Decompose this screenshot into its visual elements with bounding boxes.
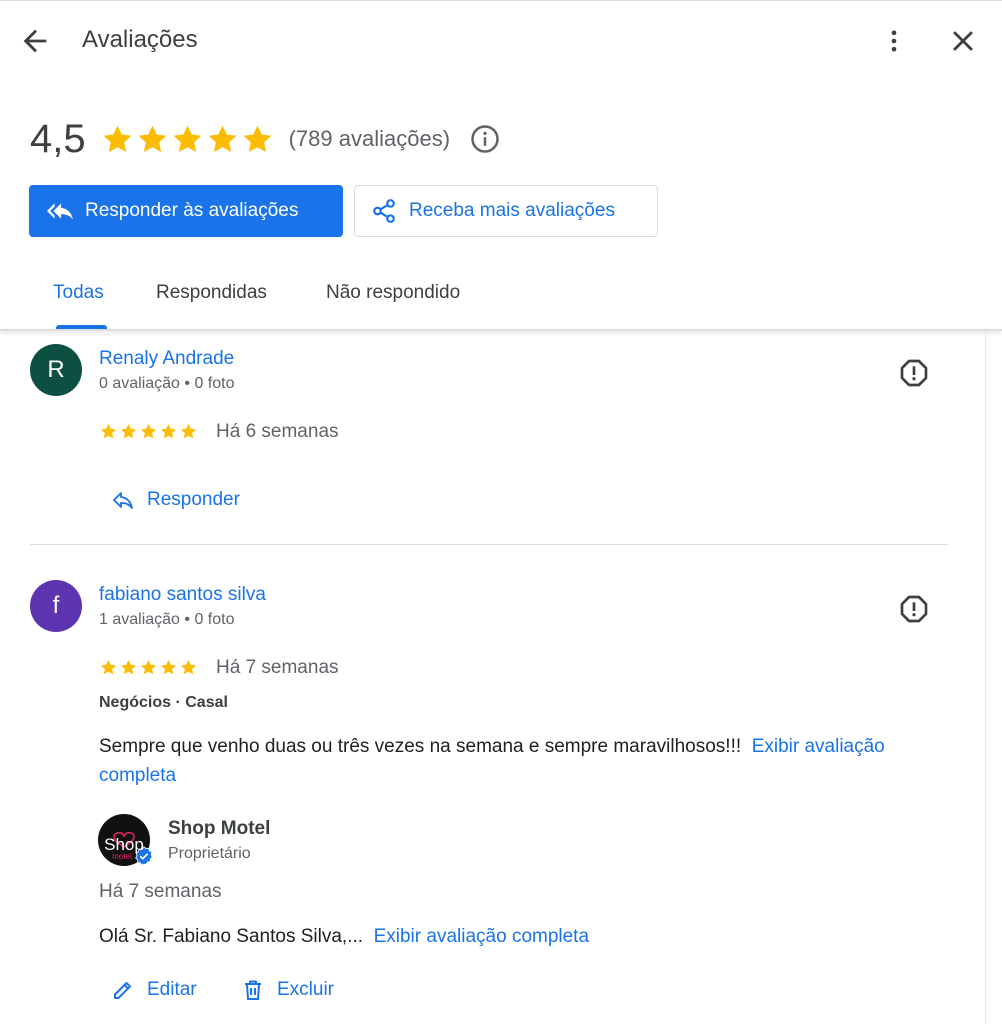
more-options-button[interactable] (880, 24, 908, 58)
scrollbar[interactable] (985, 331, 986, 1024)
star-icon (208, 125, 236, 152)
tab-bar: Todas Respondidas Não respondido (0, 268, 1002, 330)
edit-label: Editar (147, 979, 197, 1000)
review-author-meta: 1 avaliação • 0 foto (99, 611, 235, 628)
delete-button[interactable]: Excluir (241, 978, 334, 1002)
review-author[interactable]: Renaly Andrade (99, 348, 234, 370)
owner-role: Proprietário (168, 845, 251, 862)
star-icon (180, 659, 197, 675)
close-button[interactable] (946, 24, 980, 58)
review-divider (30, 544, 948, 545)
review-stars (99, 658, 199, 677)
owner-reply-date: Há 7 semanas (99, 881, 222, 902)
review-stars (99, 422, 199, 441)
star-icon (120, 659, 137, 675)
share-icon (373, 199, 395, 223)
owner-name: Shop Motel (168, 818, 271, 839)
reply-to-reviews-button[interactable]: Responder às avaliações (29, 185, 343, 237)
reply-button[interactable]: Responder (111, 488, 240, 512)
header-divider (0, 329, 1002, 331)
report-icon[interactable] (898, 357, 930, 389)
rating-summary: 4,5 (789 avaliações) (30, 114, 500, 164)
review-date: Há 7 semanas (216, 657, 339, 678)
rating-score: 4,5 (30, 116, 86, 161)
star-icon (120, 423, 137, 439)
arrow-back-icon (23, 29, 47, 53)
tab-all[interactable]: Todas (53, 282, 104, 304)
get-more-reviews-label: Receba mais avaliações (409, 200, 615, 221)
info-icon[interactable] (470, 124, 500, 154)
verified-badge-icon (135, 846, 153, 866)
reply-label: Responder (147, 489, 240, 510)
avatar[interactable]: R (30, 344, 82, 396)
owner-reply-body: Olá Sr. Fabiano Santos Silva,... (99, 926, 364, 947)
avatar[interactable]: f (30, 580, 82, 632)
review-author[interactable]: fabiano santos silva (99, 584, 266, 606)
top-bar: Avaliações (0, 0, 1002, 80)
star-icon (160, 659, 177, 675)
reply-to-reviews-label: Responder às avaliações (85, 200, 299, 221)
logo-subtext: motel (112, 852, 132, 861)
more-vert-icon (891, 30, 897, 52)
review-tags: Negócios · Casal (99, 694, 228, 711)
owner-logo: Shop motel (98, 814, 153, 866)
star-icon (100, 659, 117, 675)
reply-icon (113, 492, 133, 509)
star-icon (138, 125, 166, 152)
review-text: Sempre que venho duas ou três vezes na s… (99, 732, 959, 790)
star-icon (140, 659, 157, 675)
show-full-reply-link[interactable]: Exibir avaliação completa (374, 926, 589, 947)
edit-button[interactable]: Editar (111, 978, 197, 1002)
owner-reply-text: Olá Sr. Fabiano Santos Silva,... Exibir … (99, 926, 589, 948)
review-author-meta: 0 avaliação • 0 foto (99, 375, 235, 392)
tab-unanswered[interactable]: Não respondido (326, 282, 460, 304)
star-icon (180, 423, 197, 439)
review-date: Há 6 semanas (216, 421, 339, 442)
report-icon[interactable] (898, 593, 930, 625)
review-body: Sempre que venho duas ou três vezes na s… (99, 736, 742, 757)
star-icon (243, 125, 271, 152)
review-count: (789 avaliações) (288, 126, 451, 151)
star-icon (100, 423, 117, 439)
get-more-reviews-button[interactable]: Receba mais avaliações (354, 185, 658, 237)
rating-stars (100, 122, 275, 157)
reply-all-icon (47, 203, 73, 220)
pencil-icon (114, 982, 131, 999)
star-icon (160, 423, 177, 439)
close-icon (953, 31, 973, 51)
star-icon (103, 125, 131, 152)
star-icon (173, 125, 201, 152)
page-title: Avaliações (82, 26, 198, 53)
trash-icon (245, 980, 261, 1000)
back-button[interactable] (18, 24, 52, 58)
star-icon (140, 423, 157, 439)
delete-label: Excluir (277, 979, 335, 1000)
tab-answered[interactable]: Respondidas (156, 282, 267, 304)
